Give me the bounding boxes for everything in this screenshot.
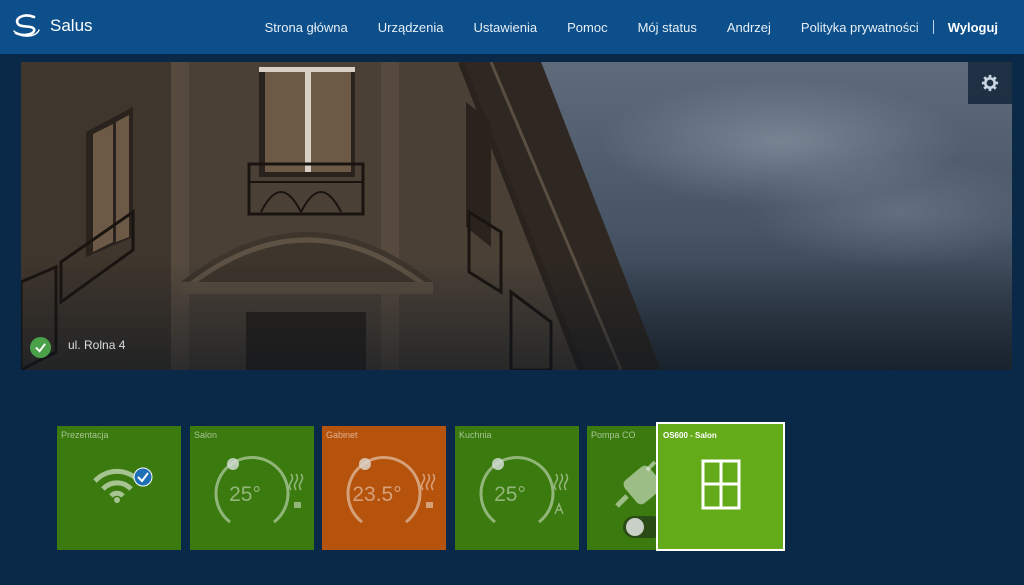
- nav-settings[interactable]: Ustawienia: [474, 20, 538, 35]
- location-status-badge: [30, 337, 51, 358]
- nav-privacy-policy[interactable]: Polityka prywatności: [801, 20, 919, 35]
- tile-temperature: 23.5°: [352, 483, 402, 506]
- device-tile-kuchnia[interactable]: Kuchnia 25°: [455, 426, 579, 550]
- check-icon: [35, 343, 46, 353]
- check-icon: [133, 467, 153, 487]
- device-tile-prezentacja[interactable]: Prezentacja: [57, 426, 181, 550]
- logout-link[interactable]: Wyloguj: [948, 20, 998, 35]
- gear-icon: [981, 74, 999, 92]
- nav-home[interactable]: Strona główna: [265, 20, 348, 35]
- nav-user[interactable]: Andrzej: [727, 20, 771, 35]
- device-tile-salon[interactable]: Salon 25°: [190, 426, 314, 550]
- device-tile-os600-salon[interactable]: OS600 - Salon: [656, 422, 785, 551]
- nav-my-status[interactable]: Mój status: [638, 20, 697, 35]
- location-hero-image: ul. Rolna 4: [21, 62, 1012, 370]
- location-address[interactable]: ul. Rolna 4: [68, 338, 125, 352]
- nav-help[interactable]: Pomoc: [567, 20, 607, 35]
- tile-temperature: 25°: [494, 483, 526, 506]
- brand-name: Salus: [50, 16, 93, 35]
- main-menu: Strona główna Urządzenia Ustawienia Pomo…: [235, 0, 998, 54]
- nav-divider: [932, 20, 934, 34]
- brand-logo[interactable]: Salus: [12, 12, 93, 40]
- window-icon: [701, 459, 741, 510]
- salus-logo-icon: [13, 14, 40, 37]
- location-settings-button[interactable]: [968, 62, 1012, 104]
- device-tile-gabinet[interactable]: Gabinet 23.5°: [322, 426, 446, 550]
- device-tile-pompa-co[interactable]: Pompa CO: [587, 426, 657, 550]
- power-toggle[interactable]: [587, 426, 657, 550]
- hero-shade: [21, 260, 1012, 370]
- top-navigation-bar: Salus Strona główna Urządzenia Ustawieni…: [0, 0, 1024, 54]
- tile-temperature: 25°: [229, 483, 261, 506]
- nav-devices[interactable]: Urządzenia: [378, 20, 444, 35]
